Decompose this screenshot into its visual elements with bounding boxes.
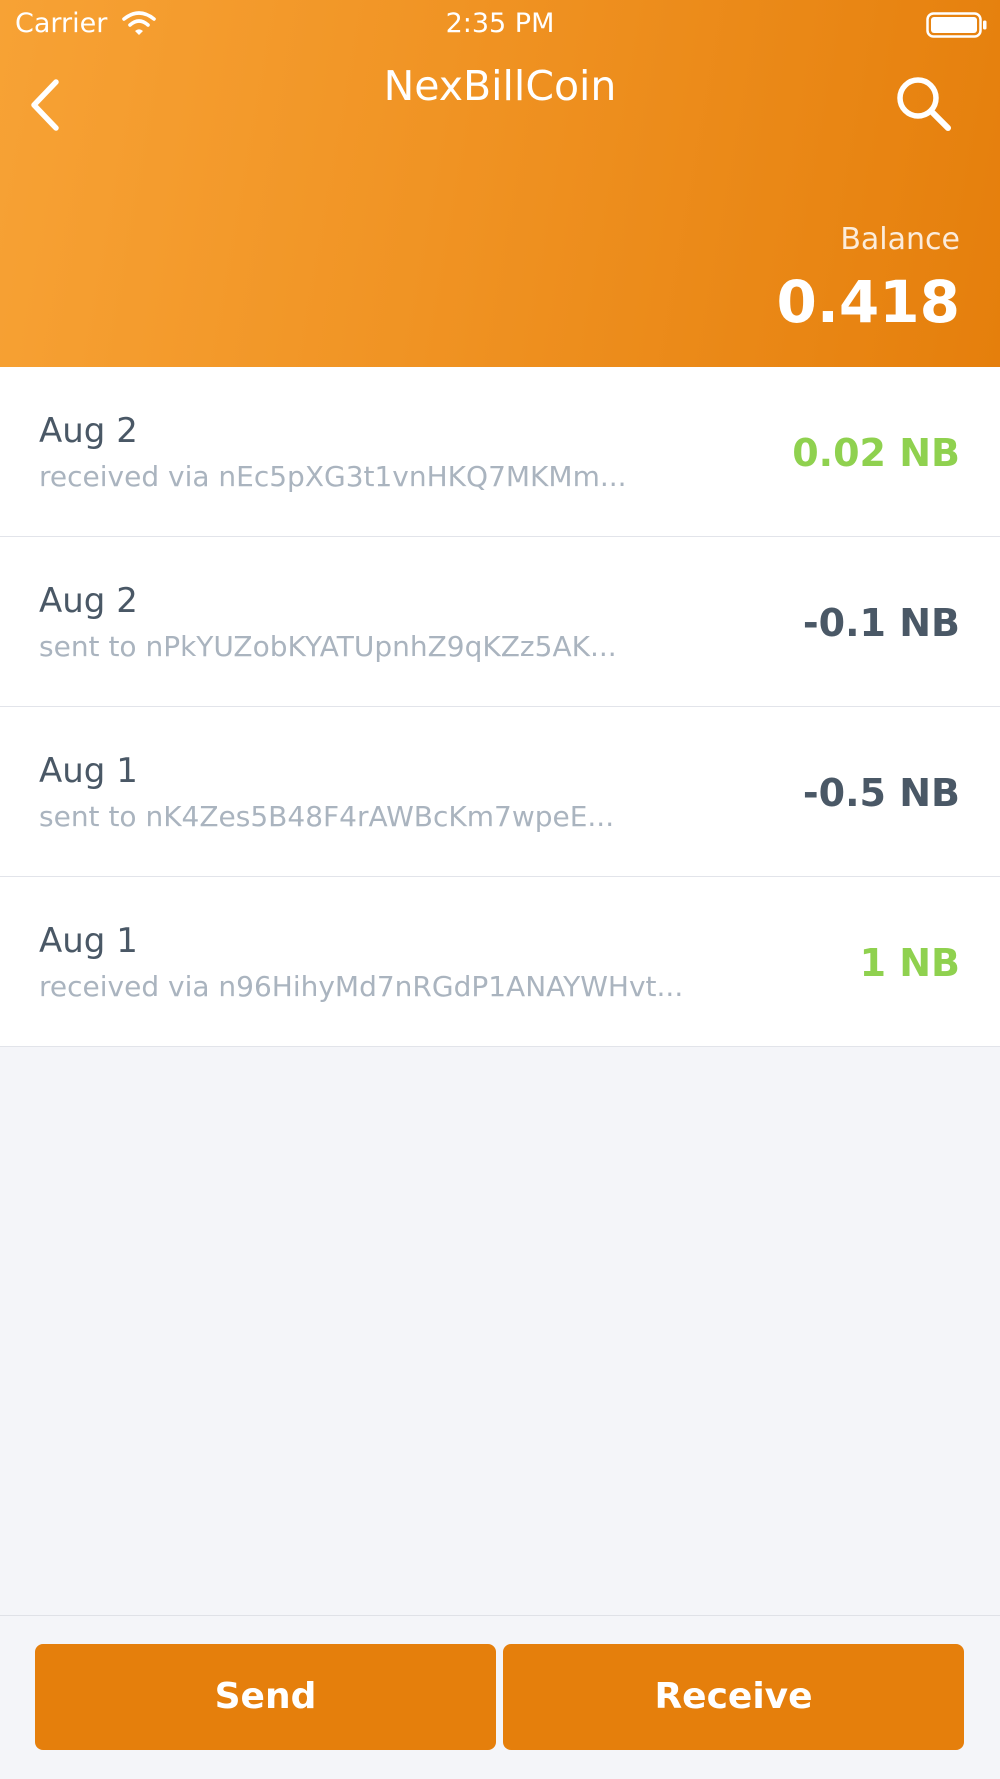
nav-bar: NexBillCoin — [0, 52, 1000, 152]
header: Carrier 2:35 PM NexBillCoin Balance 0.41 — [0, 0, 1000, 367]
balance-value: 0.418 — [776, 268, 960, 336]
search-button[interactable] — [892, 72, 956, 136]
transaction-description: sent to nK4Zes5B48F4rAWBcKm7wpeE... — [39, 800, 615, 833]
transaction-description: received via n96HihyMd7nRGdP1ANAYWHvt... — [39, 970, 684, 1003]
transaction-date: Aug 1 — [39, 921, 138, 961]
transaction-date: Aug 2 — [39, 411, 138, 451]
transaction-amount: 0.02 NB — [792, 431, 960, 475]
transaction-list: Aug 2 received via nEc5pXG3t1vnHKQ7MKMm.… — [0, 367, 1000, 1047]
transaction-amount: -0.1 NB — [802, 601, 960, 645]
transaction-date: Aug 2 — [39, 581, 138, 621]
battery-icon — [926, 12, 987, 38]
transaction-amount: -0.5 NB — [802, 771, 960, 815]
transaction-row[interactable]: Aug 1 received via n96HihyMd7nRGdP1ANAYW… — [0, 877, 1000, 1047]
action-bar: Send Receive — [0, 1615, 1000, 1779]
page-title: NexBillCoin — [383, 62, 617, 110]
transaction-description: sent to nPkYUZobKYATUpnhZ9qKZz5AK... — [39, 630, 617, 663]
transaction-row[interactable]: Aug 2 received via nEc5pXG3t1vnHKQ7MKMm.… — [0, 367, 1000, 537]
search-icon — [897, 77, 951, 131]
balance-label: Balance — [840, 222, 960, 257]
transaction-row[interactable]: Aug 2 sent to nPkYUZobKYATUpnhZ9qKZz5AK.… — [0, 537, 1000, 707]
status-time: 2:35 PM — [445, 8, 555, 39]
transaction-description: received via nEc5pXG3t1vnHKQ7MKMm... — [39, 460, 627, 493]
transaction-amount: 1 NB — [859, 941, 960, 985]
receive-button[interactable]: Receive — [503, 1644, 964, 1750]
send-button[interactable]: Send — [35, 1644, 496, 1750]
transaction-date: Aug 1 — [39, 751, 138, 791]
status-bar: Carrier 2:35 PM — [0, 0, 1000, 50]
transaction-row[interactable]: Aug 1 sent to nK4Zes5B48F4rAWBcKm7wpeE..… — [0, 707, 1000, 877]
